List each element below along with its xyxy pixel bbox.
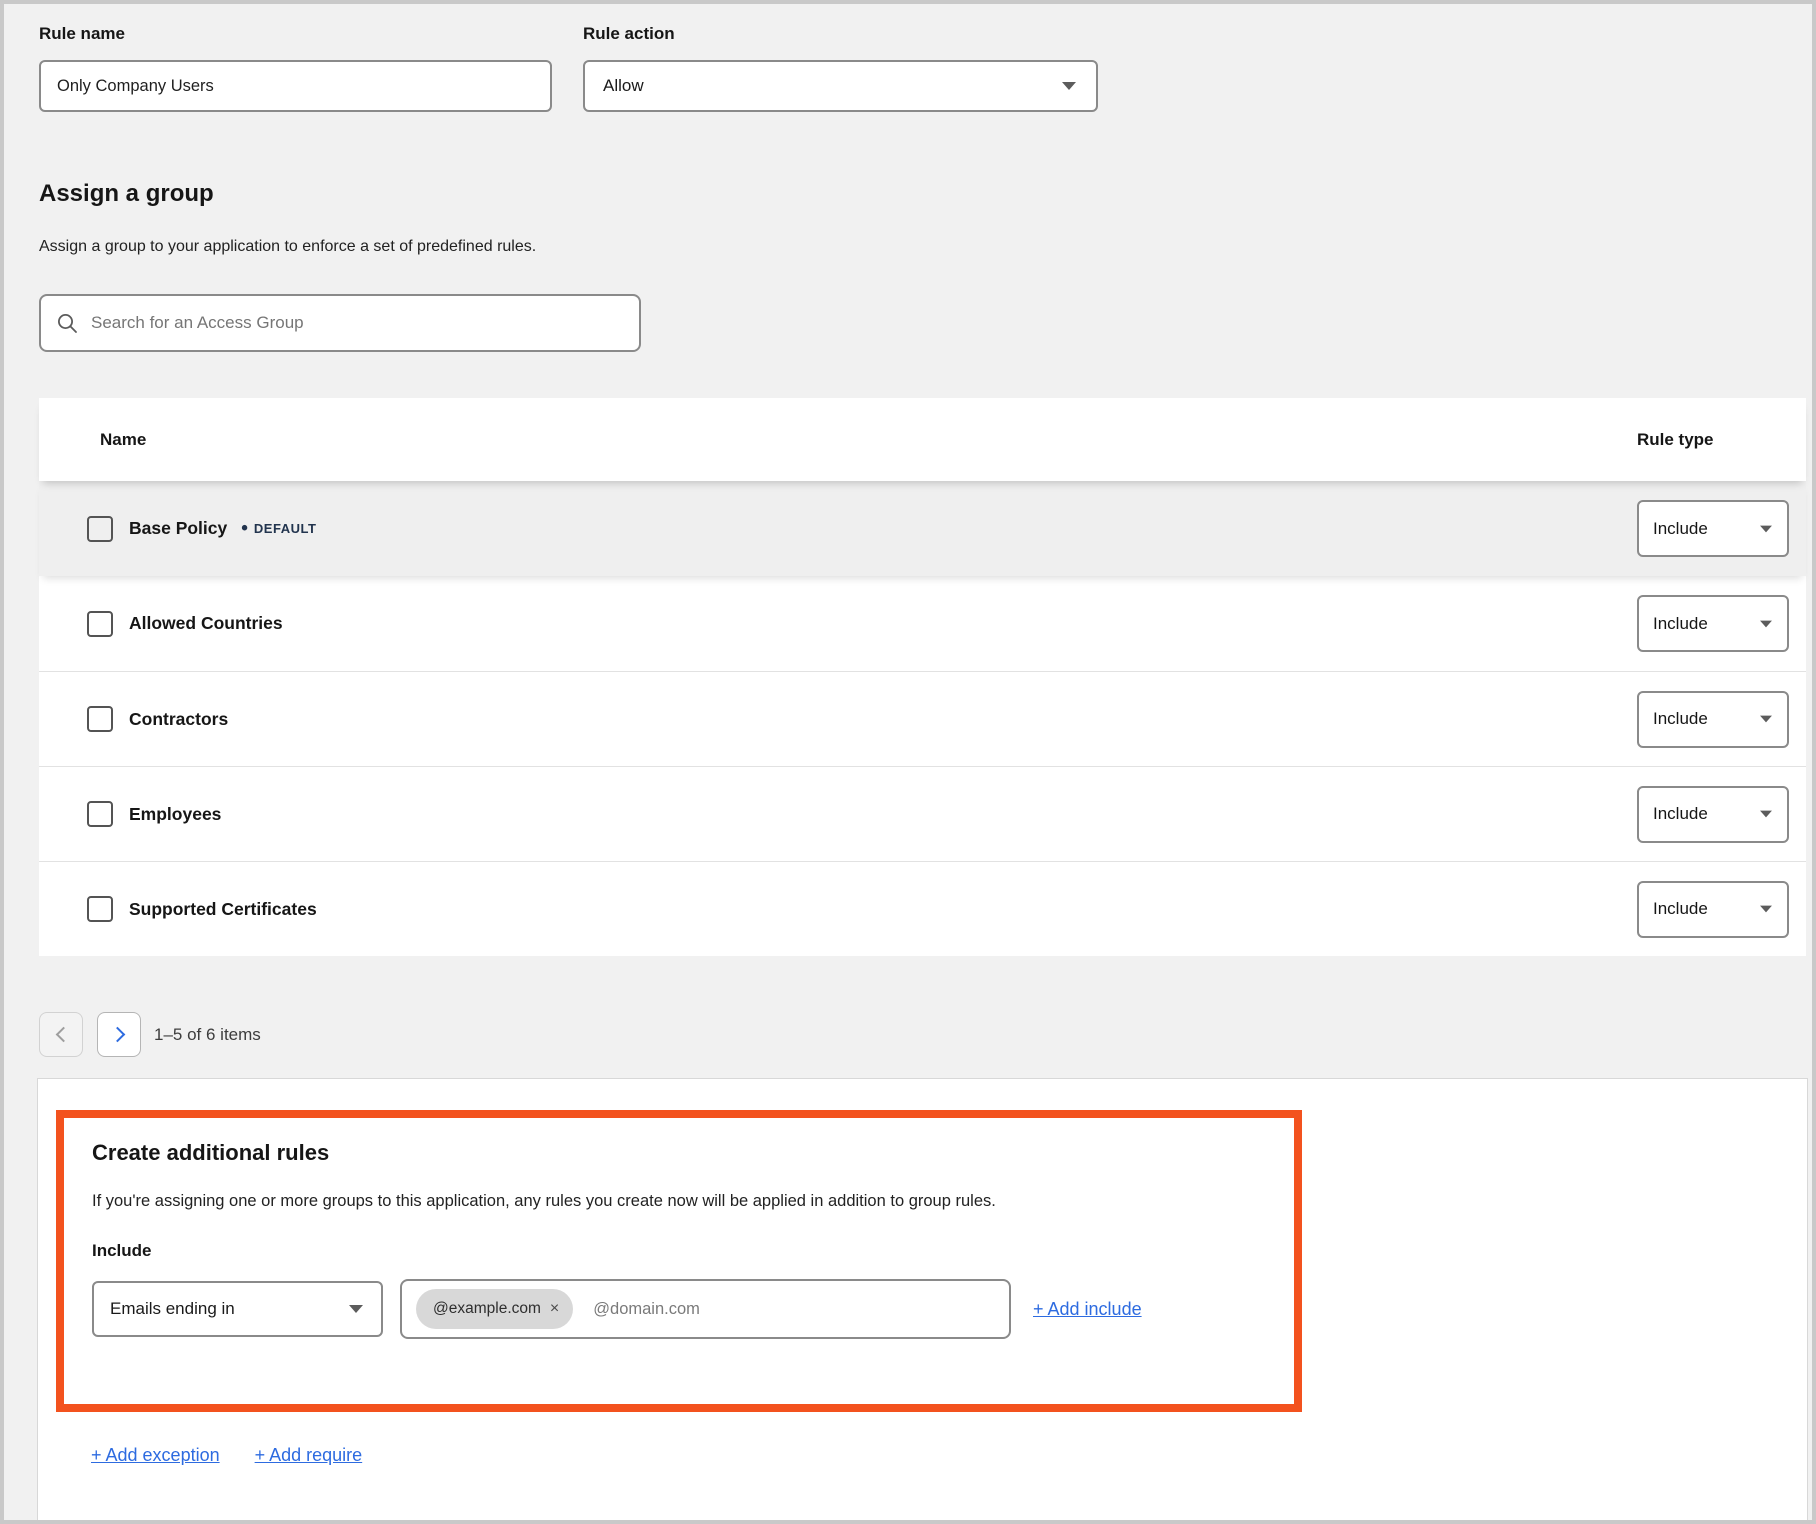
- rule-type-select[interactable]: Include: [1637, 595, 1789, 652]
- access-group-search: [39, 294, 641, 352]
- default-badge-label: DEFAULT: [254, 521, 316, 536]
- chevron-down-icon: [1760, 811, 1772, 818]
- rule-form: Rule name Rule action Allow: [39, 24, 1098, 112]
- rule-action-select[interactable]: Allow: [583, 60, 1098, 112]
- highlight-outline: Create additional rules If you're assign…: [56, 1110, 1302, 1412]
- table-row: Employees Include: [39, 766, 1806, 861]
- rule-action-value: Allow: [603, 76, 644, 96]
- pagination-range-label: 1–5 of 6 items: [154, 1025, 261, 1045]
- access-policy-page: Rule name Rule action Allow Assign a gro…: [0, 0, 1816, 1524]
- row-checkbox[interactable]: [87, 801, 113, 827]
- row-name: Contractors: [129, 709, 228, 730]
- rule-action-label: Rule action: [583, 24, 1098, 44]
- create-additional-rules-heading: Create additional rules: [92, 1140, 1294, 1166]
- chevron-down-icon: [1760, 525, 1772, 532]
- table-row: Supported Certificates Include: [39, 861, 1806, 956]
- row-name: Allowed Countries: [129, 613, 283, 634]
- rule-links: + Add exception + Add require: [91, 1445, 362, 1466]
- rule-type-value: Include: [1653, 519, 1708, 539]
- domain-input[interactable]: [593, 1300, 995, 1319]
- rule-type-value: Include: [1653, 804, 1708, 824]
- chevron-right-icon: [109, 1027, 125, 1043]
- rule-name-input[interactable]: [39, 60, 552, 112]
- default-badge: • DEFAULT: [241, 519, 316, 538]
- include-section-label: Include: [92, 1241, 1294, 1261]
- row-checkbox[interactable]: [87, 706, 113, 732]
- row-checkbox[interactable]: [87, 611, 113, 637]
- rule-type-value: Include: [1653, 709, 1708, 729]
- access-groups-table: Name Rule type Base Policy • DEFAULT Inc…: [39, 398, 1806, 956]
- add-exception-link[interactable]: + Add exception: [91, 1445, 220, 1466]
- rule-type-select[interactable]: Include: [1637, 500, 1789, 557]
- assign-group-description: Assign a group to your application to en…: [39, 238, 536, 256]
- remove-chip-icon[interactable]: ×: [550, 1301, 559, 1317]
- row-checkbox[interactable]: [87, 896, 113, 922]
- rule-type-select[interactable]: Include: [1637, 786, 1789, 843]
- table-row: Contractors Include: [39, 671, 1806, 766]
- table-row: Allowed Countries Include: [39, 576, 1806, 671]
- column-header-rule-type: Rule type: [1637, 430, 1714, 450]
- rule-name-field: Rule name: [39, 24, 552, 112]
- rule-type-value: Include: [1653, 899, 1708, 919]
- chevron-down-icon: [1062, 82, 1076, 90]
- email-tag-input[interactable]: @example.com ×: [400, 1279, 1011, 1339]
- rule-name-label: Rule name: [39, 24, 552, 44]
- assign-group-heading: Assign a group: [39, 180, 214, 208]
- add-include-link[interactable]: + Add include: [1033, 1299, 1142, 1320]
- chevron-down-icon: [349, 1305, 363, 1313]
- rule-type-select[interactable]: Include: [1637, 881, 1789, 938]
- column-header-name: Name: [100, 430, 146, 450]
- search-icon: [57, 313, 78, 334]
- rule-action-field: Rule action Allow: [583, 24, 1098, 112]
- chevron-down-icon: [1760, 716, 1772, 723]
- condition-value: Emails ending in: [110, 1299, 235, 1319]
- table-body: Base Policy • DEFAULT Include Allowed Co…: [39, 481, 1806, 956]
- pagination: 1–5 of 6 items: [39, 1012, 261, 1057]
- include-rule-controls: Emails ending in @example.com × + Add in…: [92, 1279, 1294, 1339]
- bullet-icon: •: [241, 519, 248, 538]
- add-require-link[interactable]: + Add require: [255, 1445, 363, 1466]
- chevron-down-icon: [1760, 906, 1772, 913]
- table-row: Base Policy • DEFAULT Include: [39, 481, 1806, 576]
- previous-page-button[interactable]: [39, 1012, 83, 1057]
- row-name: Employees: [129, 804, 221, 825]
- table-header: Name Rule type: [39, 398, 1806, 481]
- row-name: Base Policy: [129, 518, 227, 539]
- next-page-button[interactable]: [97, 1012, 141, 1057]
- row-checkbox[interactable]: [87, 516, 113, 542]
- email-chip-label: @example.com: [433, 1300, 541, 1318]
- row-name: Supported Certificates: [129, 899, 317, 920]
- chevron-left-icon: [55, 1027, 71, 1043]
- rule-type-value: Include: [1653, 614, 1708, 634]
- additional-rules-card: Create additional rules If you're assign…: [37, 1078, 1808, 1520]
- rule-type-select[interactable]: Include: [1637, 691, 1789, 748]
- email-chip: @example.com ×: [416, 1289, 573, 1329]
- chevron-down-icon: [1760, 620, 1772, 627]
- search-input[interactable]: [91, 313, 623, 333]
- additional-rules-section: Create additional rules If you're assign…: [64, 1118, 1294, 1339]
- additional-rules-description: If you're assigning one or more groups t…: [92, 1192, 1282, 1211]
- condition-select[interactable]: Emails ending in: [92, 1281, 383, 1337]
